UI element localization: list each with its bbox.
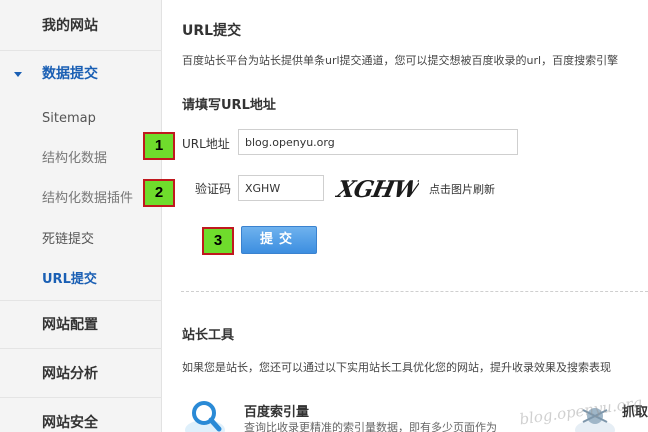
sidebar-divider — [0, 50, 162, 51]
captcha-image-text: XGHW — [335, 176, 419, 203]
sidebar-group-site-config[interactable]: 网站配置 — [0, 315, 162, 335]
sidebar-divider — [0, 348, 162, 349]
url-label: URL地址 — [182, 137, 230, 151]
sidebar-item-structured-data-plugin[interactable]: 结构化数据插件 — [0, 189, 162, 209]
sidebar-group-site-security[interactable]: 网站安全 — [0, 413, 162, 432]
page-description: 百度站长平台为站长提供单条url提交通道，您可以提交想被百度收录的url，百度搜… — [182, 54, 619, 67]
submit-button[interactable]: 提交 — [241, 226, 317, 254]
annotation-badge-2: 2 — [143, 179, 175, 207]
form-title: 请填写URL地址 — [182, 98, 276, 113]
sidebar-divider — [0, 300, 162, 301]
sidebar-group-my-sites[interactable]: 我的网站 — [0, 16, 162, 36]
captcha-input[interactable] — [238, 175, 324, 201]
sidebar-group-label: 数据提交 — [42, 66, 98, 82]
sidebar-divider — [0, 397, 162, 398]
sidebar: 我的网站 数据提交 Sitemap 结构化数据 结构化数据插件 死链提交 URL… — [0, 0, 162, 432]
sidebar-item-url-submit[interactable]: URL提交 — [0, 270, 162, 290]
sidebar-item-dead-link[interactable]: 死链提交 — [0, 230, 162, 250]
refresh-captcha-link[interactable]: 点击图片刷新 — [429, 181, 495, 197]
caret-down-icon — [14, 72, 22, 77]
main-content: URL提交 百度站长平台为站长提供单条url提交通道，您可以提交想被百度收录的u… — [163, 0, 648, 432]
sidebar-group-data-submit[interactable]: 数据提交 — [0, 64, 162, 84]
sidebar-group-site-analysis[interactable]: 网站分析 — [0, 364, 162, 384]
url-input[interactable] — [238, 129, 518, 155]
sidebar-item-structured-data[interactable]: 结构化数据 — [0, 149, 162, 169]
annotation-badge-1: 1 — [143, 132, 175, 160]
annotation-badge-3: 3 — [202, 227, 234, 255]
captcha-image[interactable]: XGHW — [335, 172, 419, 204]
tool-desc-index: 查询比收录更精准的索引量数据，即有多少页面作为 — [244, 421, 497, 432]
tool-name-index[interactable]: 百度索引量 — [244, 401, 309, 420]
sidebar-item-sitemap[interactable]: Sitemap — [0, 109, 162, 129]
section-divider — [181, 291, 648, 292]
magnifier-icon[interactable] — [183, 396, 227, 432]
captcha-label: 验证码 — [195, 182, 232, 196]
tools-title: 站长工具 — [182, 328, 235, 343]
tools-description: 如果您是站长，您还可以通过以下实用站长工具优化您的网站，提升收录效果及搜索表现 — [182, 361, 611, 374]
page-title: URL提交 — [182, 23, 242, 39]
